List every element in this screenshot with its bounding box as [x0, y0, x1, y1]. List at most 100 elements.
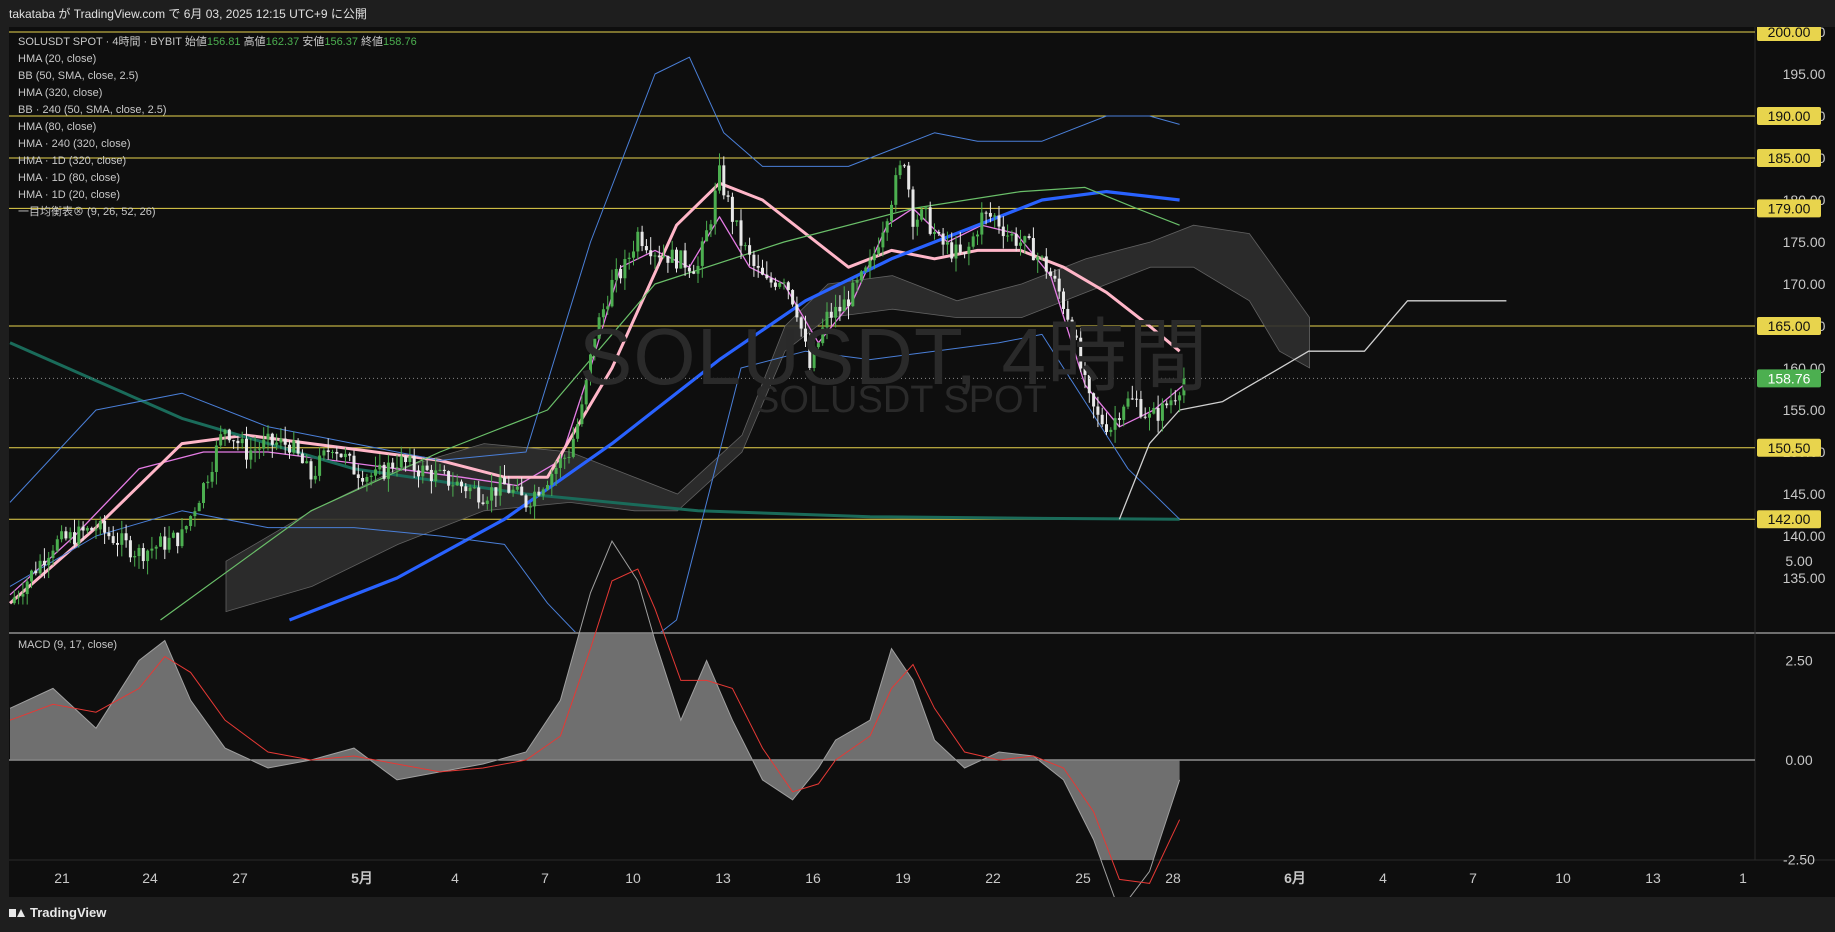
candle-body [1010, 233, 1014, 236]
indicator-label[interactable]: 一目均衡表⊗ (9, 26, 52, 26) [18, 204, 417, 221]
indicator-label[interactable]: HMA · 1D (80, close) [18, 170, 417, 187]
candle-body [567, 456, 571, 458]
candle-body [576, 424, 580, 439]
candle-body [902, 165, 906, 167]
macd-label[interactable]: MACD (9, 17, close) [18, 639, 117, 651]
candle-body [214, 445, 218, 472]
candle-body [657, 255, 661, 258]
open-value: 156.81 [206, 36, 241, 48]
candle-body [309, 461, 313, 480]
indicator-label[interactable]: HMA (20, close) [18, 51, 417, 68]
indicator-label[interactable]: HMA · 1D (320, close) [18, 153, 417, 170]
price-tick-label: 155.00 [1783, 402, 1826, 418]
candle-body [107, 532, 111, 537]
candle-body [494, 487, 498, 496]
candle-body [644, 246, 648, 251]
level-label-text: 165.00 [1768, 318, 1811, 334]
candle-body [971, 236, 975, 247]
time-tick-label: 1 [1739, 870, 1747, 886]
candle-body [911, 189, 915, 227]
candle-body [885, 221, 889, 233]
indicator-label[interactable]: HMA (320, close) [18, 85, 417, 102]
candle-body [1143, 416, 1147, 418]
candle-body [915, 219, 919, 227]
candle-body [154, 546, 158, 549]
close-label: 終値 [361, 36, 384, 48]
candle-body [305, 461, 309, 464]
candle-body [1156, 407, 1160, 421]
candle-body [236, 440, 240, 444]
candle-body [356, 474, 360, 478]
candle-body [455, 481, 459, 486]
candle-body [171, 532, 175, 538]
candle-body [1036, 256, 1040, 261]
candle-body [515, 486, 519, 490]
indicator-label[interactable]: HMA · 1D (20, close) [18, 187, 417, 204]
candle-body [318, 455, 322, 476]
candle-body [283, 438, 287, 445]
candle-body [116, 542, 119, 545]
level-label: 142.00 [1757, 510, 1821, 529]
indicator-label[interactable]: HMA (80, close) [18, 119, 417, 136]
candle-body [563, 457, 567, 459]
candle-body [666, 255, 670, 263]
candle-body [718, 165, 721, 191]
candle-body [924, 207, 928, 210]
level-label-text: 142.00 [1768, 511, 1811, 527]
candle-body [124, 533, 128, 541]
candle-body [55, 539, 59, 551]
time-tick-label: 13 [1645, 870, 1661, 886]
candle-body [778, 282, 782, 287]
candle-body [533, 491, 537, 507]
candle-body [21, 594, 25, 597]
time-tick-label: 24 [142, 870, 158, 886]
candle-body [292, 440, 296, 453]
candle-body [193, 511, 197, 517]
candle-body [382, 464, 386, 479]
candle-body [81, 526, 85, 531]
indicator-label[interactable]: BB · 240 (50, SMA, close, 2.5) [18, 102, 417, 119]
candle-body [159, 536, 162, 547]
indicator-label[interactable]: BB (50, SMA, close, 2.5) [18, 68, 417, 85]
candle-body [141, 548, 145, 562]
candle-body [210, 471, 214, 482]
tradingview-logo[interactable]: TradingView [9, 905, 106, 920]
candle-body [713, 190, 717, 225]
candle-body [1148, 413, 1151, 418]
candle-body [68, 532, 72, 539]
time-tick-label: 5月 [351, 870, 373, 886]
candle-body [752, 254, 756, 266]
candle-body [408, 456, 412, 463]
candle-body [326, 450, 330, 452]
price-tick-label: 145.00 [1783, 486, 1826, 502]
candle-body [623, 259, 627, 279]
candle-body [429, 469, 433, 482]
candle-body [735, 220, 739, 222]
candle-body [700, 241, 704, 266]
candle-body [786, 282, 790, 291]
candle-body [550, 473, 554, 486]
candle-body [1117, 418, 1121, 420]
level-label-text: 185.00 [1768, 150, 1811, 166]
candle-body [765, 274, 769, 279]
chart-legend: SOLUSDT SPOT · 4時間 · BYBIT 始値156.81 高値16… [18, 34, 417, 221]
candle-body [1001, 226, 1005, 237]
indicator-label[interactable]: HMA · 240 (320, close) [18, 136, 417, 153]
level-label: 190.00 [1757, 107, 1821, 125]
publish-header: takataba が TradingView.com で 6月 03, 2025… [0, 0, 1835, 28]
candle-body [249, 450, 253, 460]
candle-body [94, 529, 98, 531]
candle-body [279, 438, 283, 443]
candle-body [546, 485, 549, 490]
candle-body [524, 495, 528, 508]
candle [296, 438, 300, 457]
candle-body [404, 456, 408, 463]
candle-body [537, 491, 541, 496]
high-label: 高値 [243, 36, 266, 48]
candle-body [477, 487, 481, 503]
candle-body [1105, 424, 1108, 433]
candle-body [1027, 236, 1031, 239]
candle-body [980, 212, 984, 235]
candle-body [146, 550, 150, 562]
candle-body [12, 597, 16, 604]
